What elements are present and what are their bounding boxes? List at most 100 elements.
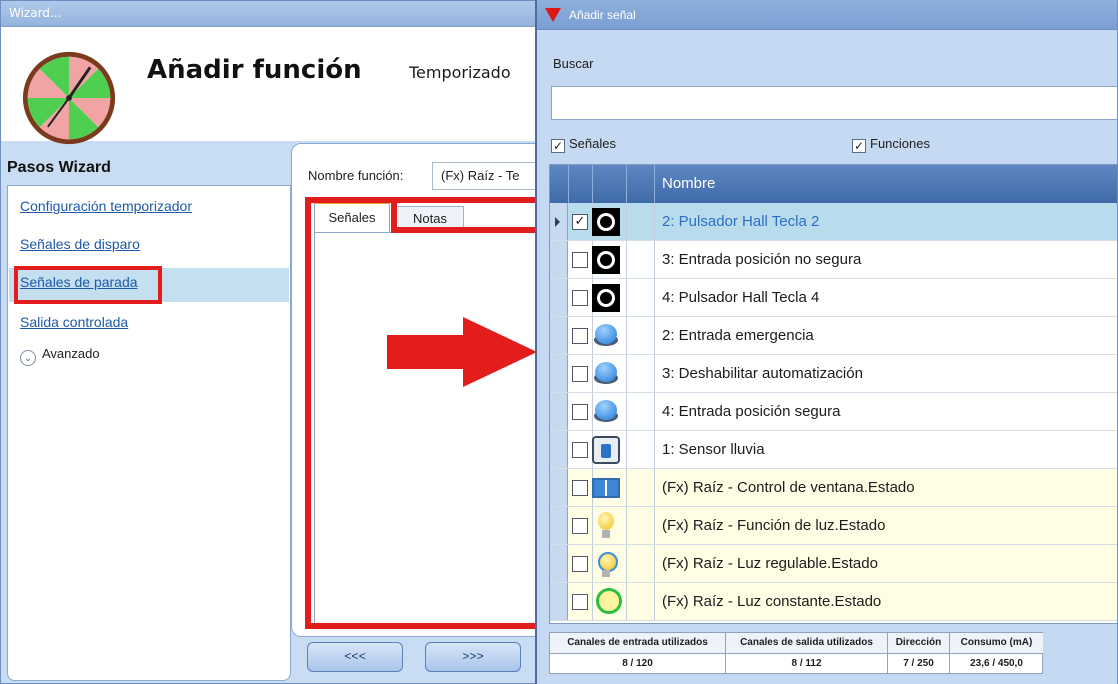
cell-separator xyxy=(654,317,655,354)
row-name: (Fx) Raíz - Luz constante.Estado xyxy=(662,593,882,610)
constant-light-icon xyxy=(592,588,622,616)
window-icon xyxy=(592,478,620,498)
tab-highlight-box xyxy=(391,197,539,233)
next-button[interactable]: >>> xyxy=(425,642,521,672)
dialog-titlebar[interactable]: Añadir señal xyxy=(537,0,1117,30)
push-button-icon xyxy=(592,322,620,350)
row-name: (Fx) Raíz - Función de luz.Estado xyxy=(662,517,886,534)
row-checkbox[interactable] xyxy=(572,366,588,382)
row-header-cell[interactable] xyxy=(550,317,568,354)
row-name: (Fx) Raíz - Luz regulable.Estado xyxy=(662,555,878,572)
header-separator xyxy=(654,165,655,203)
row-name: 3: Entrada posición no segura xyxy=(662,251,862,268)
row-checkbox[interactable] xyxy=(572,518,588,534)
cell-separator xyxy=(626,241,627,278)
column-header-name[interactable]: Nombre xyxy=(662,175,715,192)
list-item[interactable]: (Fx) Raíz - Luz constante.Estado xyxy=(550,583,1117,621)
push-button-icon xyxy=(592,398,620,426)
stats-consumption-value: 23,6 / 450,0 xyxy=(970,658,1023,669)
stats-output-channels-value: 8 / 112 xyxy=(791,658,822,669)
signals-grid[interactable]: Nombre ✓ 2: Pulsador Hall Tecla 2 3: Entra… xyxy=(549,164,1117,624)
checkbox-checked-icon: ✓ xyxy=(852,139,866,153)
step-timer-config-link[interactable]: Configuración temporizador xyxy=(20,198,192,214)
cell-separator xyxy=(626,507,627,544)
row-checkbox[interactable] xyxy=(572,480,588,496)
list-item[interactable]: 1: Sensor lluvia xyxy=(550,431,1117,469)
list-item[interactable]: 4: Pulsador Hall Tecla 4 xyxy=(550,279,1117,317)
hall-button-icon xyxy=(592,284,620,312)
row-checkbox[interactable] xyxy=(572,556,588,572)
cell-separator xyxy=(654,507,655,544)
header-separator xyxy=(568,165,569,203)
resource-stats-table: Canales de entrada utilizados 8 / 120 Ca… xyxy=(549,632,1043,674)
dimmable-bulb-icon xyxy=(592,550,620,578)
cell-separator xyxy=(626,393,627,430)
stats-consumption-label: Consumo (mA) xyxy=(950,633,1043,654)
stats-consumption: Consumo (mA) 23,6 / 450,0 xyxy=(950,633,1043,673)
list-item[interactable]: (Fx) Raíz - Luz regulable.Estado xyxy=(550,545,1117,583)
filter-signals-checkbox[interactable]: ✓ Señales xyxy=(551,136,616,153)
step-highlight-box xyxy=(14,266,162,304)
row-header-cell[interactable] xyxy=(550,393,568,430)
row-header-cell[interactable] xyxy=(550,469,568,506)
grid-header: Nombre xyxy=(550,165,1117,203)
grid-body: ✓ 2: Pulsador Hall Tecla 2 3: Entrada posi… xyxy=(550,203,1117,623)
row-name: 3: Deshabilitar automatización xyxy=(662,365,863,382)
stats-address-label: Dirección xyxy=(888,633,949,654)
row-name: 4: Pulsador Hall Tecla 4 xyxy=(662,289,820,306)
row-header-cell[interactable] xyxy=(550,545,568,582)
list-item[interactable]: 3: Entrada posición no segura xyxy=(550,241,1117,279)
advanced-expander[interactable]: ⌄ Avanzado xyxy=(20,346,100,366)
steps-panel: Configuración temporizador Señales de di… xyxy=(7,185,291,681)
step-trigger-signals-link[interactable]: Señales de disparo xyxy=(20,236,140,252)
stats-address-value: 7 / 250 xyxy=(903,658,934,669)
list-item[interactable]: 3: Deshabilitar automatización xyxy=(550,355,1117,393)
row-name: (Fx) Raíz - Control de ventana.Estado xyxy=(662,479,915,496)
back-button[interactable]: <<< xyxy=(307,642,403,672)
header-separator xyxy=(592,165,593,203)
list-item[interactable]: (Fx) Raíz - Control de ventana.Estado xyxy=(550,469,1117,507)
row-header-cell[interactable] xyxy=(550,241,568,278)
wizard-titlebar[interactable]: Wizard... xyxy=(1,1,539,27)
list-item[interactable]: (Fx) Raíz - Función de luz.Estado xyxy=(550,507,1117,545)
row-header-cell[interactable] xyxy=(550,507,568,544)
row-name: 2: Entrada emergencia xyxy=(662,327,814,344)
row-checkbox[interactable] xyxy=(572,252,588,268)
cell-separator xyxy=(626,317,627,354)
row-header-cell[interactable] xyxy=(550,279,568,316)
row-header-cell[interactable] xyxy=(550,583,568,620)
wizard-title: Añadir función xyxy=(147,55,362,85)
row-checkbox[interactable] xyxy=(572,328,588,344)
row-name: 4: Entrada posición segura xyxy=(662,403,841,420)
list-item[interactable]: ✓ 2: Pulsador Hall Tecla 2 xyxy=(550,203,1117,241)
dialog-triangle-icon xyxy=(545,8,561,22)
filter-functions-checkbox[interactable]: ✓ Funciones xyxy=(852,136,930,153)
push-button-icon xyxy=(592,360,620,388)
row-name: 2: Pulsador Hall Tecla 2 xyxy=(662,213,820,230)
wizard-window: Wizard... Añadir función Temporizado Pas… xyxy=(0,0,540,684)
stats-output-channels: Canales de salida utilizados 8 / 112 xyxy=(726,633,888,673)
row-checkbox[interactable] xyxy=(572,594,588,610)
list-item[interactable]: 2: Entrada emergencia xyxy=(550,317,1117,355)
row-checkbox[interactable]: ✓ xyxy=(572,214,588,230)
cell-separator xyxy=(626,355,627,392)
search-input[interactable] xyxy=(551,86,1117,120)
cell-separator xyxy=(654,583,655,620)
cell-separator xyxy=(654,203,655,240)
cell-separator xyxy=(654,545,655,582)
cell-separator xyxy=(626,583,627,620)
signals-highlight-box xyxy=(305,197,539,629)
row-header-cell[interactable] xyxy=(550,203,568,240)
cell-separator xyxy=(626,279,627,316)
row-checkbox[interactable] xyxy=(572,442,588,458)
cell-separator xyxy=(626,431,627,468)
cell-separator xyxy=(626,545,627,582)
function-name-input[interactable]: (Fx) Raíz - Te xyxy=(432,162,539,190)
row-checkbox[interactable] xyxy=(572,290,588,306)
row-checkbox[interactable] xyxy=(572,404,588,420)
row-header-cell[interactable] xyxy=(550,431,568,468)
row-header-cell[interactable] xyxy=(550,355,568,392)
stats-output-channels-label: Canales de salida utilizados xyxy=(726,633,887,654)
list-item[interactable]: 4: Entrada posición segura xyxy=(550,393,1117,431)
step-controlled-output-link[interactable]: Salida controlada xyxy=(20,314,128,330)
